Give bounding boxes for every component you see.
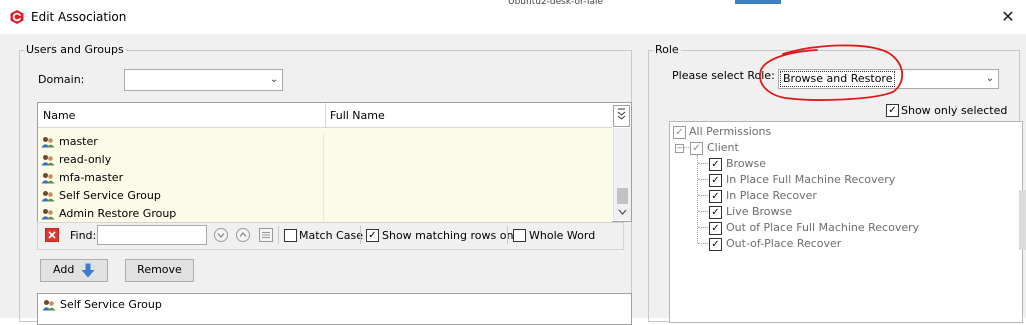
column-header-name[interactable]: Name (43, 109, 75, 122)
whole-word-label: Whole Word (529, 229, 596, 242)
user-group-icon (42, 300, 56, 311)
scroll-down-icon[interactable] (617, 208, 628, 216)
tree-checkbox[interactable]: ✓ (709, 174, 722, 187)
row-divider (323, 133, 324, 151)
show-matching-checkbox[interactable]: ✓ (366, 229, 379, 242)
close-icon[interactable]: ✕ (997, 6, 1019, 28)
tree-connector (698, 179, 708, 180)
find-bar-separator (507, 226, 508, 244)
column-header-fullname[interactable]: Full Name (330, 109, 385, 122)
remove-button[interactable]: Remove (125, 259, 194, 282)
tree-connector (697, 155, 698, 243)
row-divider (323, 205, 324, 223)
table-header: Name Full Name (38, 103, 612, 128)
tree-connector (698, 195, 708, 196)
tree-item-label: Live Browse (726, 205, 793, 218)
tree-item-label: Out-of-Place Recover (726, 237, 842, 250)
selected-list: Self Service Group (37, 293, 632, 325)
tree-checkbox[interactable]: ✓ (709, 238, 722, 251)
table-row[interactable]: read-only (38, 151, 612, 170)
background-window-highlight (735, 0, 781, 4)
tree-connector (698, 227, 708, 228)
find-bar-separator (360, 226, 361, 244)
tree-checkbox[interactable]: ✓ (709, 206, 722, 219)
match-case-label: Match Case (299, 229, 363, 242)
tree-checkbox[interactable]: ✓ (709, 158, 722, 171)
tree-connector (698, 243, 708, 244)
table-row[interactable]: master (38, 133, 612, 152)
row-divider (323, 187, 324, 205)
row-divider (323, 169, 324, 187)
tree-connector (684, 147, 689, 148)
list-item[interactable]: Self Service Group (40, 296, 600, 314)
user-group-icon (41, 209, 55, 220)
row-name: read-only (59, 153, 112, 166)
chevron-down-icon: ⌄ (269, 74, 279, 85)
app-logo-icon (10, 10, 24, 24)
table-row[interactable]: Self Service Group (38, 187, 612, 206)
match-case-checkbox[interactable] (284, 229, 297, 242)
row-divider (323, 151, 324, 169)
tree-item-label: In Place Full Machine Recovery (726, 173, 896, 186)
tree-checkbox[interactable]: ✓ (709, 222, 722, 235)
find-previous-icon[interactable] (235, 227, 251, 243)
user-group-icon (41, 137, 55, 148)
domain-select[interactable]: ⌄ (124, 69, 283, 91)
tree-connector (698, 211, 708, 212)
find-next-icon[interactable] (213, 227, 229, 243)
column-chooser-icon (617, 108, 626, 120)
domain-label: Domain: (38, 73, 85, 86)
arrow-down-icon (81, 263, 95, 278)
tree-connector (698, 163, 708, 164)
permissions-tree: ✓ All Permissions − ✓ Client ✓ Browse ✓ … (669, 121, 1023, 323)
find-input[interactable] (97, 225, 207, 245)
find-label: Find: (70, 229, 97, 242)
tree-item-label: Out of Place Full Machine Recovery (726, 221, 920, 234)
role-scrollbar-edge[interactable] (1019, 190, 1026, 250)
show-only-selected-checkbox[interactable]: ✓ (886, 104, 899, 117)
row-name: master (59, 135, 98, 148)
users-groups-legend: Users and Groups (24, 43, 126, 56)
tree-collapse-toggle[interactable]: − (675, 144, 684, 153)
user-group-icon (41, 173, 55, 184)
role-legend: Role (653, 43, 681, 56)
whole-word-checkbox[interactable] (513, 229, 526, 242)
column-divider (325, 103, 326, 127)
tree-checkbox[interactable]: ✓ (673, 126, 686, 139)
tree-root-label: All Permissions (689, 125, 772, 138)
clear-find-icon[interactable] (45, 228, 59, 242)
user-group-icon (41, 191, 55, 202)
tree-item-label: Browse (726, 157, 767, 170)
window-title: Edit Association (31, 10, 127, 24)
scrollbar-thumb[interactable] (617, 188, 628, 204)
column-chooser-button[interactable] (613, 105, 630, 127)
user-group-icon (41, 155, 55, 166)
row-name: Self Service Group (59, 189, 161, 202)
row-name: Admin Restore Group (59, 207, 177, 220)
show-only-selected-label: Show only selected (901, 104, 1008, 117)
annotation-circle (759, 44, 903, 101)
tree-client-label: Client (707, 141, 739, 154)
add-button[interactable]: Add (40, 259, 108, 282)
find-bar-separator (278, 226, 279, 244)
users-table: Name Full Name master read-only mfa-mast… (37, 102, 632, 224)
show-matching-label: Show matching rows only (382, 229, 523, 242)
tree-item-label: In Place Recover (726, 189, 817, 202)
tree-checkbox[interactable]: ✓ (709, 190, 722, 203)
list-item-name: Self Service Group (60, 298, 162, 311)
row-name: mfa-master (59, 171, 124, 184)
table-row[interactable]: mfa-master (38, 169, 612, 188)
find-bar: Find: Match Case ✓ Show matching rows on… (37, 222, 624, 250)
table-scrollbar[interactable] (613, 128, 631, 220)
add-button-label: Add (53, 263, 75, 276)
tree-checkbox[interactable]: ✓ (690, 142, 703, 155)
highlight-all-icon[interactable] (258, 227, 274, 243)
chevron-down-icon: ⌄ (985, 73, 995, 84)
